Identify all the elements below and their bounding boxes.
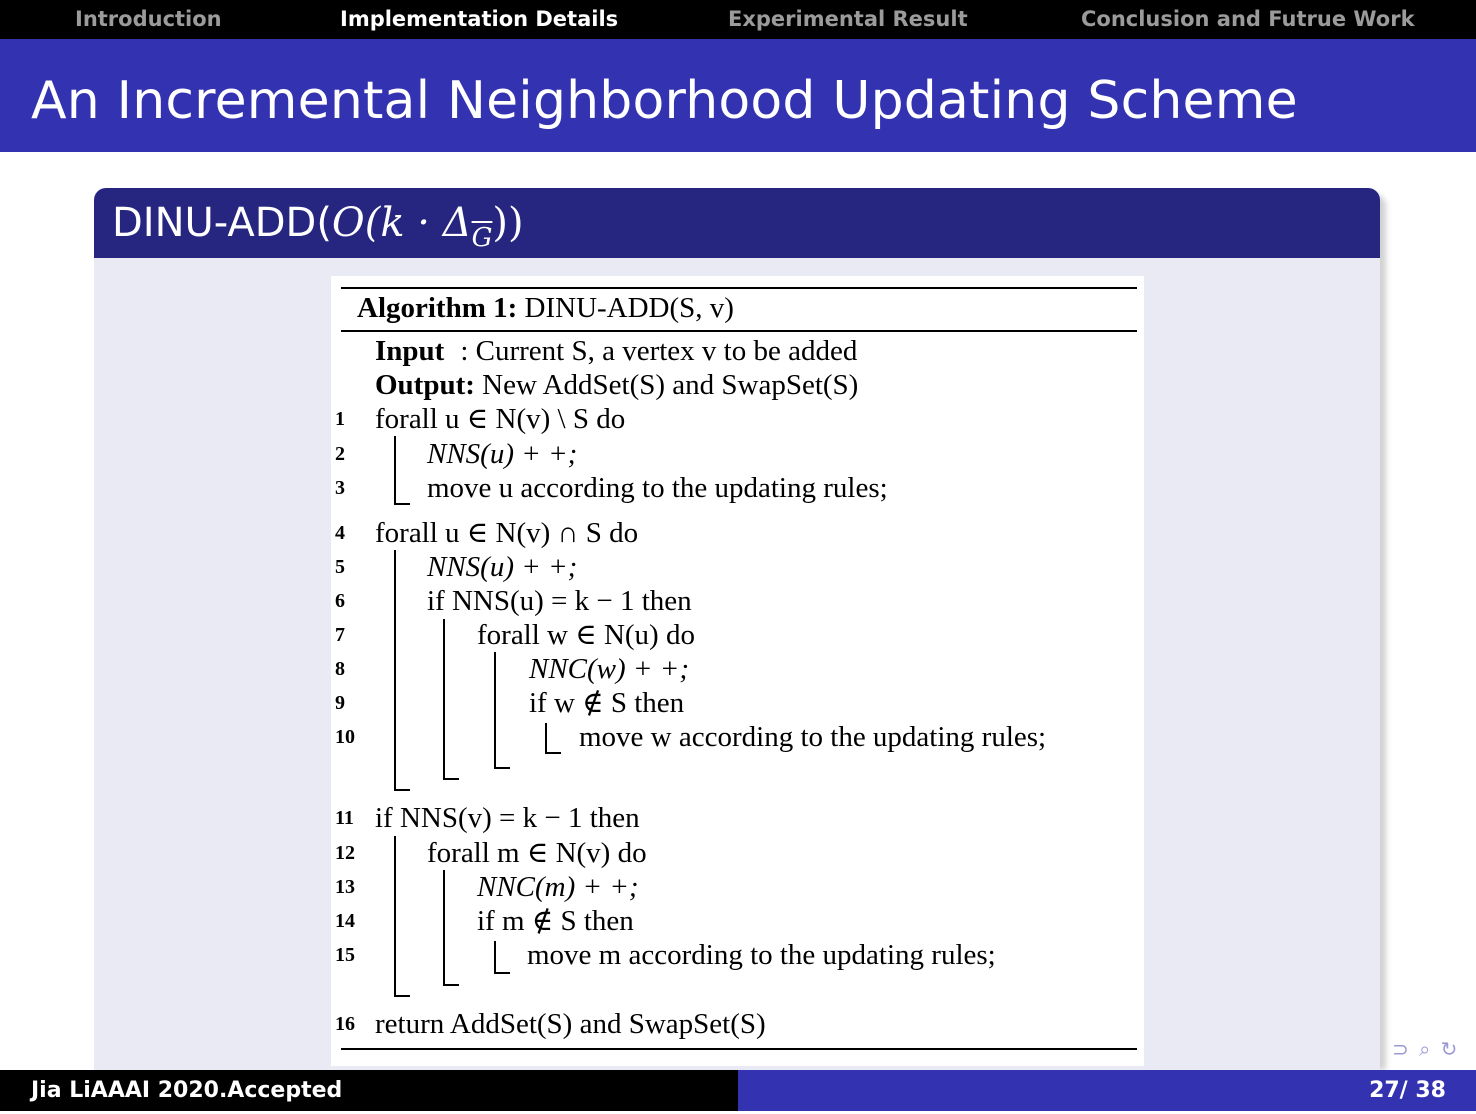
- algorithm-header: Algorithm 1: DINU-ADD(S, v): [357, 292, 734, 324]
- block-header: DINU-ADD(O(k · ΔG)): [94, 188, 1380, 258]
- block-title-prefix: DINU-ADD(: [112, 200, 332, 246]
- nav-item-introduction[interactable]: Introduction: [75, 0, 222, 39]
- algorithm-line-6: if NNS(u) = k − 1 then: [427, 585, 692, 617]
- block-title-math: O(k · Δ: [331, 200, 472, 246]
- line-number: 1: [335, 408, 345, 430]
- section-navigation: Introduction Implementation Details Expe…: [0, 0, 1476, 39]
- algorithm-line-1: forall u ∈ N(v) \ S do: [375, 403, 626, 435]
- block-title-close: )): [492, 200, 524, 246]
- line-number: 12: [335, 842, 355, 864]
- footer-right: 27/ 38: [738, 1070, 1476, 1111]
- block-title: DINU-ADD(O(k · ΔG)): [112, 194, 524, 257]
- line-number: 14: [335, 910, 355, 932]
- nav-item-experimental-result[interactable]: Experimental Result: [728, 0, 968, 39]
- line-number: 3: [335, 477, 345, 499]
- line-number: 11: [335, 807, 354, 829]
- scope-tick: [394, 789, 410, 791]
- algorithm-output: Output: New AddSet(S) and SwapSet(S): [375, 369, 859, 401]
- scope-tick: [394, 995, 410, 997]
- scope-bar: [443, 619, 445, 779]
- algorithm-line-11: if NNS(v) = k − 1 then: [375, 802, 640, 834]
- line-number: 15: [335, 944, 355, 966]
- scope-bar: [545, 723, 547, 753]
- algorithm-line-12: forall m ∈ N(v) do: [427, 837, 647, 869]
- scope-tick: [494, 767, 510, 769]
- line-number: 10: [335, 726, 355, 748]
- algorithm-line-5: NNS(u) + +;: [427, 551, 578, 583]
- line-number: 16: [335, 1013, 355, 1035]
- algorithm-line-3: move u according to the updating rules;: [427, 472, 888, 504]
- line-number: 7: [335, 624, 345, 646]
- scope-bar: [494, 652, 496, 768]
- page-number: 27/ 38: [1369, 1078, 1446, 1103]
- scope-tick: [494, 972, 510, 974]
- block-title-subscript: G: [471, 223, 493, 253]
- algorithm-line-13: NNC(m) + +;: [477, 871, 639, 903]
- frame-title-bar: An Incremental Neighborhood Updating Sch…: [0, 39, 1476, 152]
- algorithm-figure: Algorithm 1: DINU-ADD(S, v) Input: Curre…: [331, 276, 1144, 1066]
- scope-tick: [394, 503, 410, 505]
- scope-bar: [394, 836, 396, 996]
- scope-bar: [494, 941, 496, 973]
- beamer-navigation-symbols[interactable]: ⊃ ⌕ ↻: [1392, 1037, 1459, 1061]
- scope-tick: [443, 778, 459, 780]
- scope-bar: [394, 550, 396, 790]
- scope-tick: [443, 984, 459, 986]
- footer-left: Jia LiAAAI 2020.Accepted: [0, 1070, 738, 1111]
- footer-author: Jia LiAAAI 2020.Accepted: [31, 1078, 343, 1103]
- algorithm-line-2: NNS(u) + +;: [427, 438, 578, 470]
- algorithm-line-7: forall w ∈ N(u) do: [477, 619, 695, 651]
- algorithm-line-14: if m ∉ S then: [477, 905, 634, 937]
- line-number: 8: [335, 658, 345, 680]
- line-number: 4: [335, 522, 345, 544]
- algorithm-line-8: NNC(w) + +;: [529, 653, 689, 685]
- nav-item-implementation-details[interactable]: Implementation Details: [340, 0, 618, 39]
- algorithm-line-10: move w according to the updating rules;: [579, 721, 1047, 753]
- algorithm-input: Input: Current S, a vertex v to be added: [375, 335, 858, 367]
- nav-item-conclusion[interactable]: Conclusion and Futrue Work: [1081, 0, 1415, 39]
- algorithm-line-16: return AddSet(S) and SwapSet(S): [375, 1008, 766, 1040]
- algorithm-line-4: forall u ∈ N(v) ∩ S do: [375, 517, 639, 549]
- line-number: 5: [335, 556, 345, 578]
- line-number: 13: [335, 876, 355, 898]
- algorithm-text: Algorithm 1: DINU-ADD(S, v) Input: Curre…: [331, 276, 1144, 1066]
- scope-bar: [443, 870, 445, 985]
- algorithm-line-15: move m according to the updating rules;: [527, 939, 996, 971]
- scope-bar: [394, 436, 396, 504]
- algorithm-line-9: if w ∉ S then: [529, 687, 685, 719]
- scope-tick: [545, 752, 561, 754]
- line-number: 9: [335, 692, 345, 714]
- frame-title: An Incremental Neighborhood Updating Sch…: [31, 71, 1298, 131]
- line-number: 6: [335, 590, 345, 612]
- line-number: 2: [335, 443, 345, 465]
